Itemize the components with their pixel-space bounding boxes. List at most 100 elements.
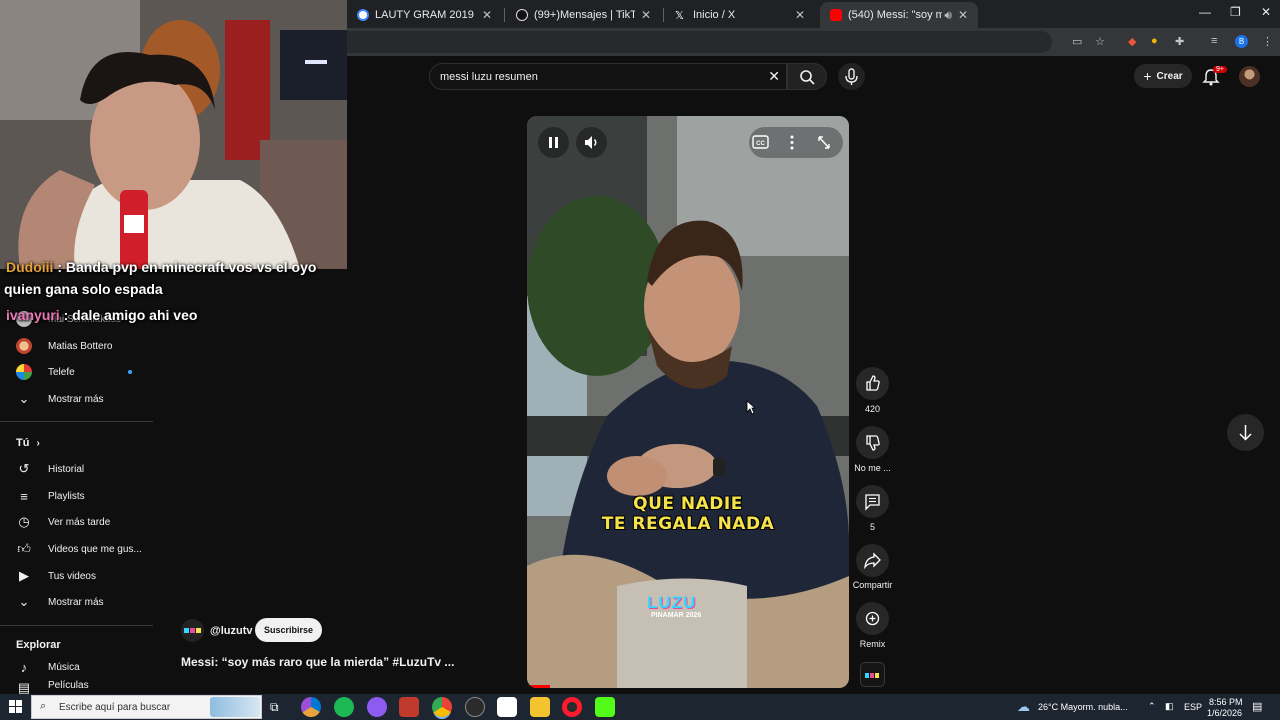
sidebar-item-label: Telefe [48, 366, 75, 378]
tab-title: Inicio / X [693, 9, 736, 21]
playlists-icon: ≡ [20, 488, 28, 504]
audio-source-thumbnail[interactable] [860, 662, 885, 687]
restore-button[interactable]: ❐ [1230, 5, 1241, 19]
browser-tab-youtube[interactable]: (540) Messi: "soy más raro q 🔊︎ ✕ [820, 2, 978, 28]
close-window-button[interactable]: ✕ [1261, 5, 1271, 19]
voice-search-button[interactable] [838, 63, 865, 90]
clock-time[interactable]: 8:56 PM [1209, 697, 1243, 707]
windows-start-icon[interactable] [9, 700, 22, 713]
comments-button[interactable] [856, 485, 889, 518]
sidebar-heading-explore: Explorar [16, 639, 61, 651]
spotify-icon[interactable] [334, 697, 354, 717]
tab-divider [504, 8, 505, 22]
user-avatar[interactable] [1239, 66, 1260, 87]
sidebar-item-label: Películas [48, 680, 89, 691]
search-query-text: messi luzu resumen [440, 71, 538, 83]
music-note-icon: ♪ [20, 659, 28, 675]
share-button[interactable] [856, 544, 889, 577]
capcut-icon[interactable] [497, 697, 517, 717]
close-tab-icon[interactable]: ✕ [795, 8, 805, 22]
sidebar-heading-you[interactable]: Tú › [16, 437, 40, 449]
tab-title: LAUTY GRAM 2019 - Buscar co [375, 9, 476, 21]
next-video-button[interactable] [1227, 414, 1264, 451]
chevron-right-icon: › [36, 438, 40, 449]
remix-button[interactable] [856, 602, 889, 635]
subscribe-button[interactable]: Suscribirse [255, 618, 322, 642]
watermark-subtitle: PINAMAR 2026 [651, 612, 702, 619]
browser-tab-tiktok[interactable]: (99+)Mensajes | TikTok ✕ [506, 2, 661, 28]
media-controls-icon[interactable]: ≡ [1211, 35, 1217, 47]
sidebar-item-liked-videos[interactable]: 👍︎ Videos que me gus... [0, 536, 160, 562]
create-button[interactable]: + Crear [1134, 64, 1192, 88]
comment-count: 5 [869, 522, 875, 532]
chat-text: quien gana solo espada [4, 281, 163, 297]
sidebar-subscription-telefe[interactable]: Telefe [0, 359, 160, 385]
sidebar-item-watch-later[interactable]: ◷ Ver más tarde [0, 509, 160, 535]
sidebar-item-playlists[interactable]: ≡ Playlists [0, 483, 160, 509]
sidebar-item-your-videos[interactable]: ▶︎ Tus videos [0, 563, 160, 589]
obs-icon[interactable] [465, 697, 485, 717]
close-tab-icon[interactable]: ✕ [482, 8, 492, 22]
sidebar-show-more-subscriptions[interactable]: ⌄ Mostrar más [0, 386, 160, 412]
taskbar-search-input[interactable]: ⌕ Escribe aquí para buscar [31, 695, 262, 719]
extension-icon[interactable]: ◆ [1128, 35, 1136, 48]
weather-cloud-icon: ☁ [1017, 699, 1030, 714]
discord-icon[interactable] [367, 697, 387, 717]
notifications-icon[interactable]: ▤ [1252, 700, 1262, 713]
bookmark-star-icon[interactable]: ☆ [1095, 35, 1105, 48]
video-title[interactable]: Messi: “soy más raro que la mierda” #Luz… [181, 655, 454, 669]
address-bar[interactable] [347, 31, 1052, 53]
search-input[interactable]: messi luzu resumen ✕ [429, 63, 787, 90]
dislike-label: No me ... [854, 463, 891, 473]
remix-icon [865, 611, 880, 626]
browser-tab-google[interactable]: LAUTY GRAM 2019 - Buscar co ✕ [347, 2, 502, 28]
kick-icon[interactable] [595, 697, 615, 717]
dislike-button[interactable] [856, 426, 889, 459]
close-tab-icon[interactable]: ✕ [958, 8, 968, 22]
minimize-button[interactable]: — [1199, 5, 1211, 19]
menu-dots-icon[interactable]: ⋮ [1262, 35, 1273, 48]
sidebar-item-label: Tus videos [48, 570, 96, 582]
speaker-icon[interactable]: 🔊︎ [944, 8, 952, 23]
opera-icon[interactable] [562, 697, 582, 717]
chat-message: ivanyuri : dale amigo ahi veo [6, 307, 197, 323]
profile-icon[interactable]: B [1235, 35, 1248, 48]
pause-button[interactable] [538, 127, 569, 158]
sidebar-item-history[interactable]: ↺ Historial [0, 456, 160, 482]
task-view-icon[interactable]: ⧉ [270, 700, 279, 715]
channel-avatar[interactable] [181, 619, 204, 642]
app-icon[interactable] [399, 697, 419, 717]
sidebar-subscription-matias-bottero[interactable]: Matias Bottero [0, 333, 160, 359]
extensions-puzzle-icon[interactable]: ✚ [1175, 35, 1184, 48]
search-highlight-image [210, 697, 260, 717]
cast-icon[interactable]: ▭ [1072, 35, 1082, 48]
sidebar-item-movies[interactable]: ▤ Películas [0, 680, 160, 694]
taskbar-search-placeholder: Escribe aquí para buscar [59, 702, 171, 713]
file-explorer-icon[interactable] [530, 697, 550, 717]
sidebar-item-label: Matias Bottero [48, 340, 113, 352]
channel-handle[interactable]: @luzutv [210, 625, 253, 637]
network-icon[interactable]: ◧ [1165, 701, 1174, 712]
clock-date[interactable]: 1/6/2026 [1207, 708, 1242, 718]
sidebar-show-more-you[interactable]: ⌄ Mostrar más [0, 589, 160, 615]
plus-icon: + [1143, 68, 1152, 84]
extension-icon[interactable]: ● [1151, 35, 1158, 47]
like-count: 420 [864, 404, 881, 414]
search-button[interactable] [787, 63, 827, 90]
remix-label: Remix [859, 639, 886, 649]
chevron-up-icon[interactable]: ⌃ [1148, 701, 1156, 712]
sidebar-item-music[interactable]: ♪ Música [0, 654, 160, 680]
volume-button[interactable] [576, 127, 607, 158]
like-button[interactable] [856, 367, 889, 400]
copilot-icon[interactable] [301, 697, 321, 717]
language-indicator[interactable]: ESP [1184, 702, 1202, 712]
chrome-icon[interactable] [432, 697, 452, 717]
clear-search-icon[interactable]: ✕ [768, 68, 780, 85]
video-progress-bar[interactable] [527, 685, 550, 688]
close-tab-icon[interactable]: ✕ [641, 8, 651, 22]
browser-toolbar: ▭ ☆ ◆ ● ✚ ≡ B ⋮ [347, 28, 1280, 56]
video-player[interactable]: CC QUE NADIE TE REGALA NADA LUZU PINAMAR… [527, 116, 849, 688]
weather-text[interactable]: 26°C Mayorm. nubla... [1038, 702, 1128, 712]
browser-tab-x[interactable]: 𝕏 Inicio / X ✕ [665, 2, 815, 28]
sidebar-heading-label: Tú [16, 437, 30, 449]
